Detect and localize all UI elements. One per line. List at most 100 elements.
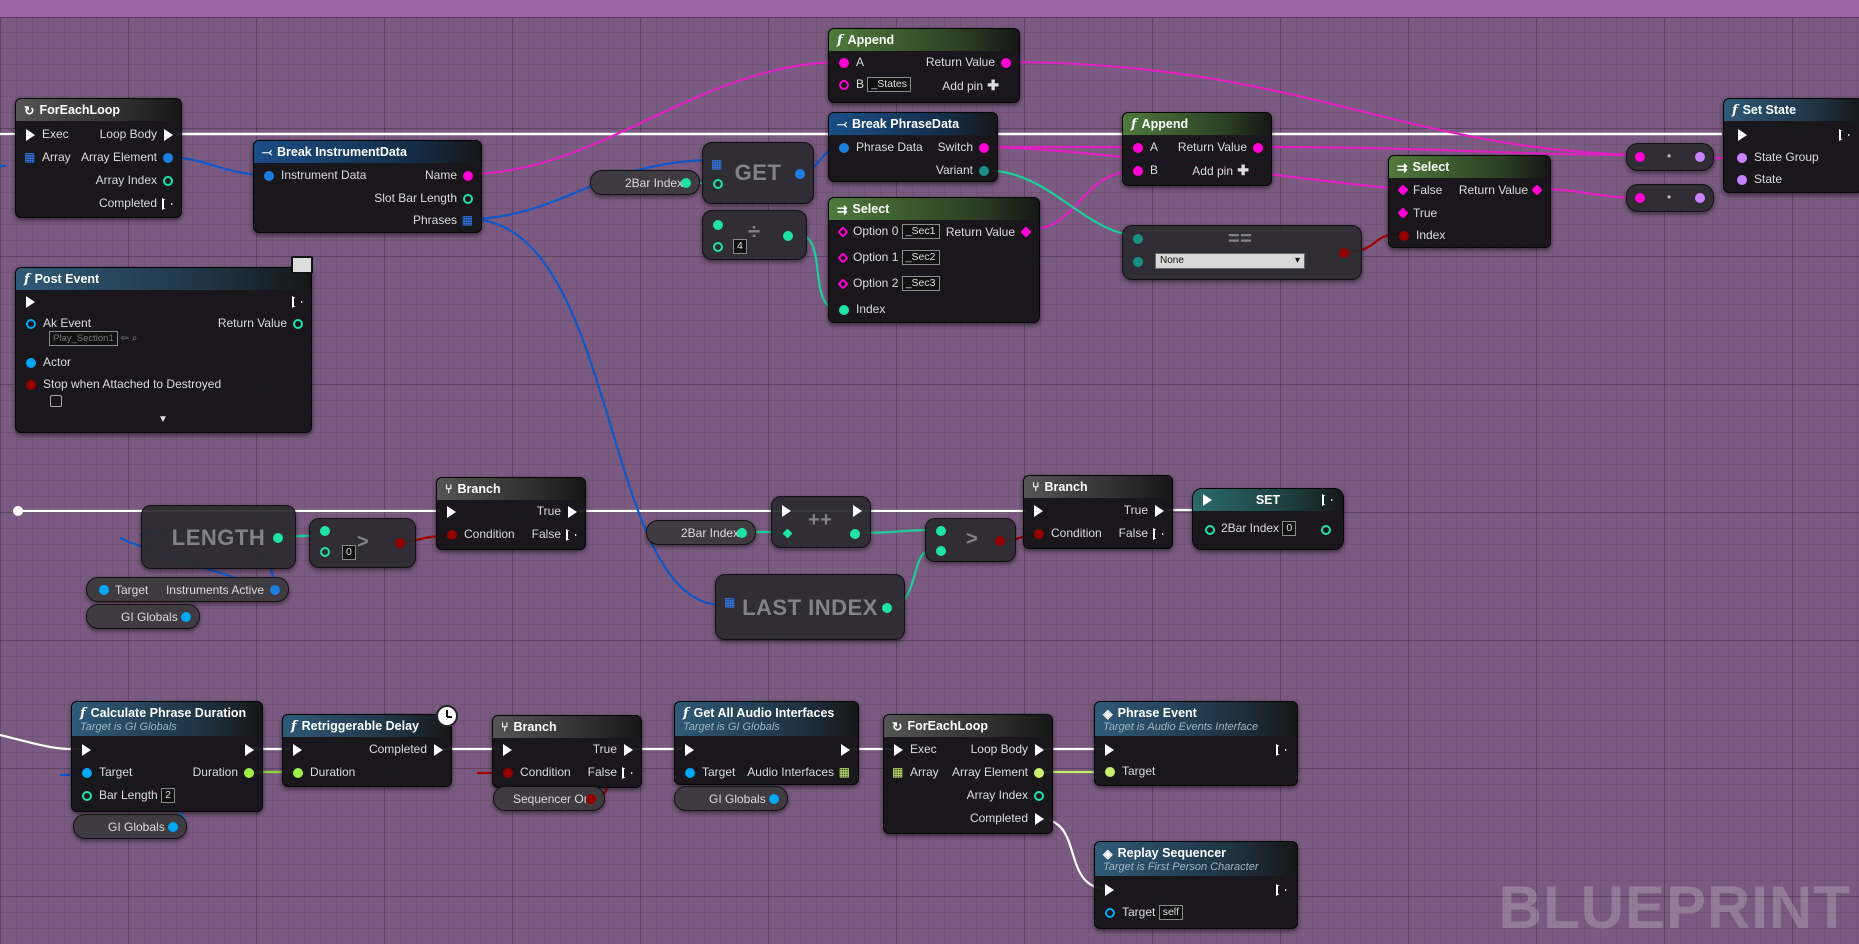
get-array-node[interactable]: GET ▦ — [702, 142, 814, 204]
false-pin[interactable] — [1397, 184, 1409, 196]
array-grid-icon[interactable]: ▦ — [462, 213, 473, 227]
to-name-conversion-node-2[interactable]: • — [1626, 184, 1714, 212]
length-node[interactable]: LENGTH — [141, 505, 296, 569]
enum-dropdown[interactable]: None ▾ — [1155, 253, 1305, 269]
gi-globals-variable[interactable]: GI Globals — [86, 604, 200, 629]
exec-in-pin[interactable] — [82, 744, 91, 756]
exec-in-pin[interactable] — [782, 505, 791, 517]
a-pin[interactable] — [839, 58, 849, 68]
compare-value-input[interactable]: 0 — [342, 545, 356, 560]
variable-out-pin[interactable] — [737, 528, 747, 538]
increment-node[interactable]: ++ — [771, 496, 871, 548]
false-exec-pin[interactable] — [1153, 528, 1164, 540]
option-2-pin[interactable] — [837, 278, 849, 290]
condition-pin[interactable] — [1034, 529, 1044, 539]
exec-in-pin[interactable] — [1105, 884, 1114, 896]
exec-out-pin[interactable] — [164, 129, 173, 141]
gi-globals-variable-2[interactable]: GI Globals — [73, 814, 187, 839]
greater-than-node[interactable]: 0 > — [309, 518, 416, 568]
exec-in-pin[interactable] — [447, 506, 456, 518]
option-2-input[interactable]: _Sec3 — [901, 276, 940, 292]
condition-pin[interactable] — [447, 530, 457, 540]
output-pin[interactable] — [273, 533, 283, 543]
state-group-pin[interactable] — [1737, 153, 1747, 163]
true-exec-pin[interactable] — [568, 506, 577, 518]
append-node-2[interactable]: f Append A Return Value B Add pin ✚ — [1122, 112, 1272, 186]
greater-than-node-2[interactable]: > — [925, 518, 1016, 562]
condition-pin[interactable] — [503, 768, 513, 778]
phrase-event-node[interactable]: ◈ Phrase Event Target is Audio Events Int… — [1094, 701, 1298, 786]
b-literal-input[interactable]: _States — [867, 77, 911, 93]
a-pin[interactable] — [320, 526, 330, 536]
two-bar-index-variable[interactable]: 2Bar Index — [590, 170, 700, 195]
b-pin[interactable] — [320, 547, 330, 557]
b-pin[interactable] — [839, 80, 849, 90]
array-grid-icon[interactable]: ▦ — [892, 765, 903, 779]
target-pin[interactable] — [99, 585, 109, 595]
value-pin[interactable] — [782, 528, 793, 539]
target-pin[interactable] — [1105, 908, 1115, 918]
target-self-input[interactable]: self — [1158, 905, 1184, 921]
exec-out-pin[interactable] — [1839, 129, 1850, 141]
true-pin[interactable] — [1397, 207, 1409, 219]
exec-out-pin[interactable] — [434, 744, 443, 756]
array-index-pin[interactable] — [163, 176, 173, 186]
true-exec-pin[interactable] — [1155, 505, 1164, 517]
variable-out-pin[interactable] — [769, 794, 779, 804]
false-exec-pin[interactable] — [566, 529, 577, 541]
exec-in-pin[interactable] — [1203, 494, 1212, 506]
gi-globals-variable-3[interactable]: GI Globals — [674, 786, 788, 811]
instruments-active-getter[interactable]: Target Instruments Active — [86, 577, 289, 602]
ak-event-asset-picker[interactable]: Play_Section1 ⇦ ⌕ — [49, 331, 137, 346]
add-pin-plus-icon[interactable]: ✚ — [987, 77, 999, 94]
index-pin[interactable] — [713, 179, 723, 189]
target-pin[interactable] — [82, 768, 92, 778]
true-exec-pin[interactable] — [624, 744, 633, 756]
array-element-pin[interactable] — [163, 153, 173, 163]
b-pin[interactable] — [713, 242, 723, 252]
output-pin[interactable] — [795, 169, 805, 179]
foreach-loop-node-2[interactable]: ↻ ForEachLoop Exec Loop Body ▦ Array Arr… — [883, 714, 1053, 834]
a-pin[interactable] — [1133, 234, 1143, 244]
equal-enum-node[interactable]: == None ▾ — [1122, 225, 1362, 280]
bar-length-input[interactable]: 2 — [161, 788, 175, 804]
exec-in-pin[interactable] — [894, 744, 903, 756]
exec-in-pin[interactable] — [1034, 505, 1043, 517]
option-0-input[interactable]: _Sec1 — [901, 224, 940, 240]
false-exec-pin[interactable] — [622, 767, 633, 779]
target-pin[interactable] — [1105, 767, 1115, 777]
phrase-data-pin[interactable] — [839, 143, 849, 153]
add-pin-plus-icon[interactable]: ✚ — [1237, 162, 1249, 179]
input-pin[interactable] — [1635, 152, 1645, 162]
return-value-pin[interactable] — [1253, 143, 1263, 153]
break-phrase-data-node[interactable]: ⤙ Break PhraseData Phrase Data Switch Va… — [828, 112, 998, 182]
exec-out-pin[interactable] — [245, 744, 254, 756]
exec-out-pin[interactable] — [1276, 744, 1287, 756]
exec-out-pin[interactable] — [1035, 744, 1044, 756]
actor-pin[interactable] — [26, 358, 36, 368]
exec-in-pin[interactable] — [26, 296, 35, 308]
a-pin[interactable] — [1133, 143, 1143, 153]
return-value-pin[interactable] — [293, 319, 303, 329]
a-pin[interactable] — [713, 220, 723, 230]
array-index-pin[interactable] — [1034, 791, 1044, 801]
two-bar-index-variable-2[interactable]: 2Bar Index — [646, 520, 756, 545]
get-all-audio-interfaces-node[interactable]: f Get All Audio Interfaces Target is GI G… — [674, 701, 859, 785]
append-node[interactable]: f Append A Return Value B _States Add pi… — [828, 28, 1020, 103]
exec-out-pin[interactable] — [841, 744, 850, 756]
return-value-pin[interactable] — [1531, 184, 1543, 196]
divide-node[interactable]: 4 ÷ — [702, 210, 807, 260]
calculate-phrase-duration-node[interactable]: f Calculate Phrase Duration Target is GI … — [71, 701, 263, 812]
array-element-pin[interactable] — [1034, 768, 1044, 778]
variable-out-pin[interactable] — [586, 794, 596, 804]
post-event-node[interactable]: f Post Event Ak Event Play_Section1 ⇦ ⌕ … — [15, 256, 313, 433]
branch-node[interactable]: ⑂ Branch True Condition False — [436, 477, 586, 550]
exec-in-pin[interactable] — [685, 744, 694, 756]
slot-bar-length-pin[interactable] — [463, 194, 473, 204]
exec-out-pin[interactable] — [853, 505, 862, 517]
variable-out-pin[interactable] — [181, 612, 191, 622]
exec-out-pin[interactable] — [292, 296, 303, 308]
array-grid-icon[interactable]: ▦ — [24, 150, 35, 164]
state-pin[interactable] — [1737, 175, 1747, 185]
duration-pin[interactable] — [244, 768, 254, 778]
